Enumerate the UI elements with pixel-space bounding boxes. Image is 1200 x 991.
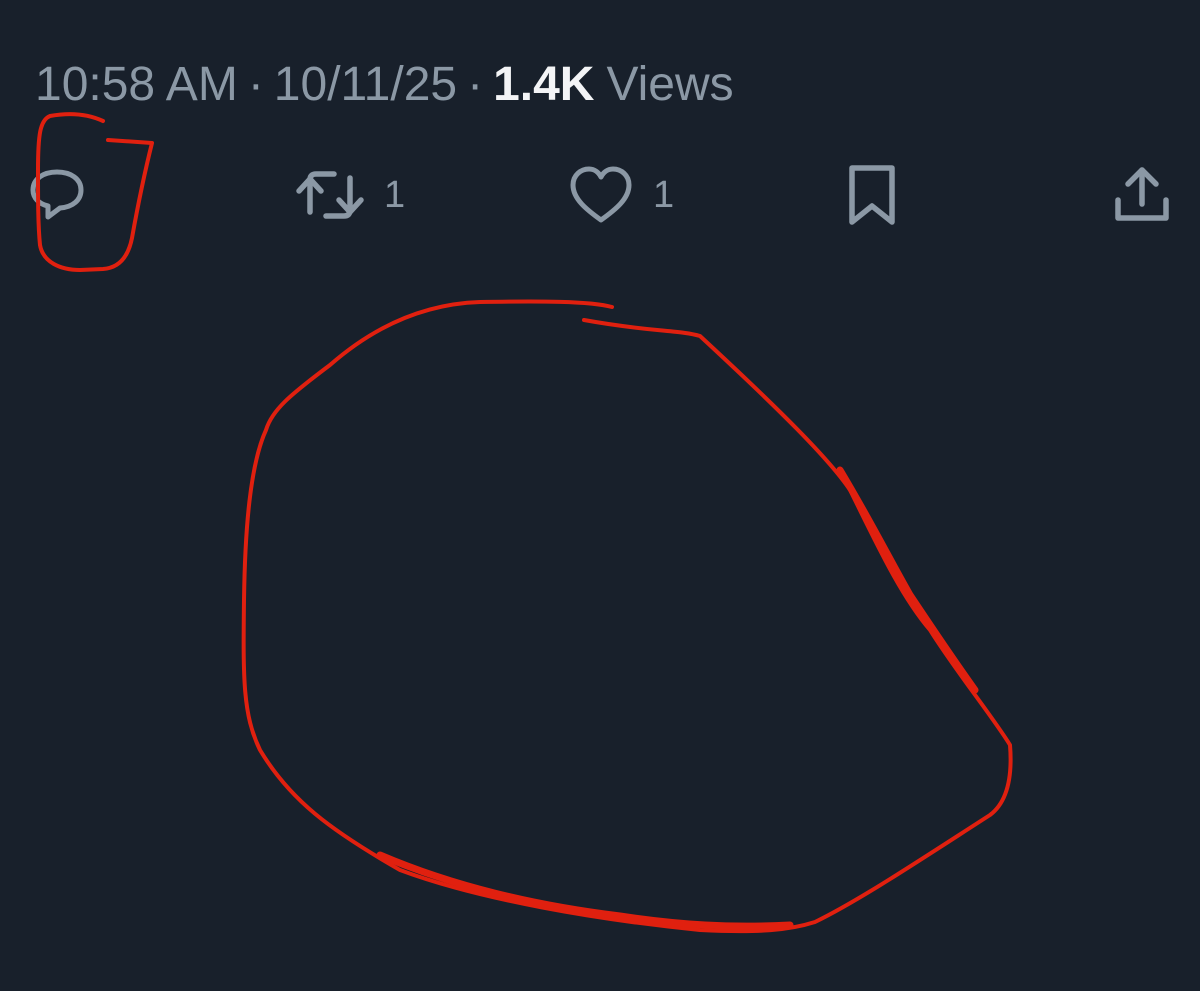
views-count: 1.4K: [493, 57, 595, 111]
repost-count: 1: [384, 173, 406, 216]
share-icon: [1110, 160, 1174, 230]
tweet-time: 10:58 AM: [35, 57, 238, 111]
repost-icon: [292, 160, 368, 230]
repost-button[interactable]: 1: [292, 160, 405, 230]
meta-separator: ·: [467, 57, 484, 111]
annotation-stroke-bottom-emphasis: [376, 851, 794, 930]
heart-icon: [565, 160, 637, 230]
tweet-date: 10/11/25: [273, 57, 458, 111]
views-label: Views: [606, 57, 734, 111]
tweet-detail-screenshot: 10:58 AM · 10/11/25 · 1.4K Views 1 1: [0, 0, 1200, 991]
annotation-stroke-right-emphasis: [836, 466, 979, 694]
tweet-meta-row: 10:58 AM · 10/11/25 · 1.4K Views: [35, 56, 734, 112]
like-button[interactable]: 1: [565, 160, 674, 230]
annotation-overlay: [36, 112, 1013, 934]
reply-button[interactable]: [22, 160, 92, 230]
bookmark-button[interactable]: [840, 160, 904, 230]
like-count: 1: [653, 173, 675, 216]
reply-icon: [22, 160, 92, 230]
meta-separator: ·: [247, 57, 264, 111]
bookmark-icon: [840, 160, 904, 230]
annotation-circle-empty-area: [241, 299, 1013, 934]
share-button[interactable]: [1110, 160, 1174, 230]
